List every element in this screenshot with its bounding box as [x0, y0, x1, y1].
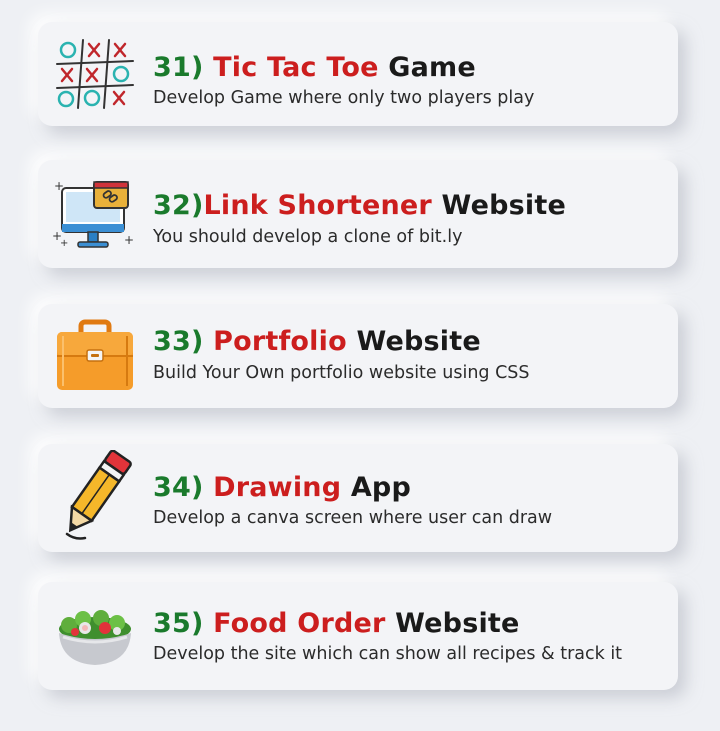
svg-text:+: +	[60, 238, 68, 249]
monitor-link-icon: + + + +	[50, 174, 140, 254]
project-description: Build Your Own portfolio website using C…	[153, 363, 530, 383]
project-number: 31)	[153, 52, 204, 83]
project-card-33: 33) Portfolio Website Build Your Own por…	[38, 304, 678, 408]
project-card-35: 35) Food Order Website Develop the site …	[38, 582, 678, 690]
project-title: 31) Tic Tac Toe Game	[153, 52, 476, 83]
salad-bowl-icon	[50, 596, 140, 676]
project-card-31: 31) Tic Tac Toe Game Develop Game where …	[38, 22, 678, 126]
project-title: 33) Portfolio Website	[153, 326, 481, 357]
project-description: Develop a canva screen where user can dr…	[153, 508, 553, 528]
project-title-rest: Website	[431, 190, 566, 221]
project-number: 33)	[153, 326, 204, 357]
project-description: You should develop a clone of bit.ly	[153, 227, 463, 247]
project-description: Develop the site which can show all reci…	[153, 644, 623, 664]
project-highlight: Portfolio	[213, 326, 347, 357]
project-title: 32)Link Shortener Website	[153, 190, 566, 221]
project-card-34: 34) Drawing App Develop a canva screen w…	[38, 444, 678, 552]
project-description: Develop Game where only two players play	[153, 88, 535, 108]
project-title-rest: App	[341, 472, 411, 503]
project-title-rest: Website	[346, 326, 481, 357]
project-number: 32)	[153, 190, 204, 221]
pencil-icon	[50, 450, 140, 540]
project-card-32: + + + + 32)Link Shortener Website You sh…	[38, 160, 678, 268]
briefcase-icon	[50, 316, 140, 396]
project-title: 34) Drawing App	[153, 472, 411, 503]
tic-tac-toe-icon	[50, 34, 140, 114]
project-title-rest: Game	[378, 52, 476, 83]
project-highlight: Drawing	[213, 472, 342, 503]
project-title-rest: Website	[385, 608, 520, 639]
project-number: 34)	[153, 472, 204, 503]
svg-text:+: +	[124, 233, 134, 247]
project-title: 35) Food Order Website	[153, 608, 520, 639]
project-highlight: Food Order	[213, 608, 386, 639]
project-number: 35)	[153, 608, 204, 639]
project-highlight: Link Shortener	[203, 190, 432, 221]
project-highlight: Tic Tac Toe	[213, 52, 379, 83]
